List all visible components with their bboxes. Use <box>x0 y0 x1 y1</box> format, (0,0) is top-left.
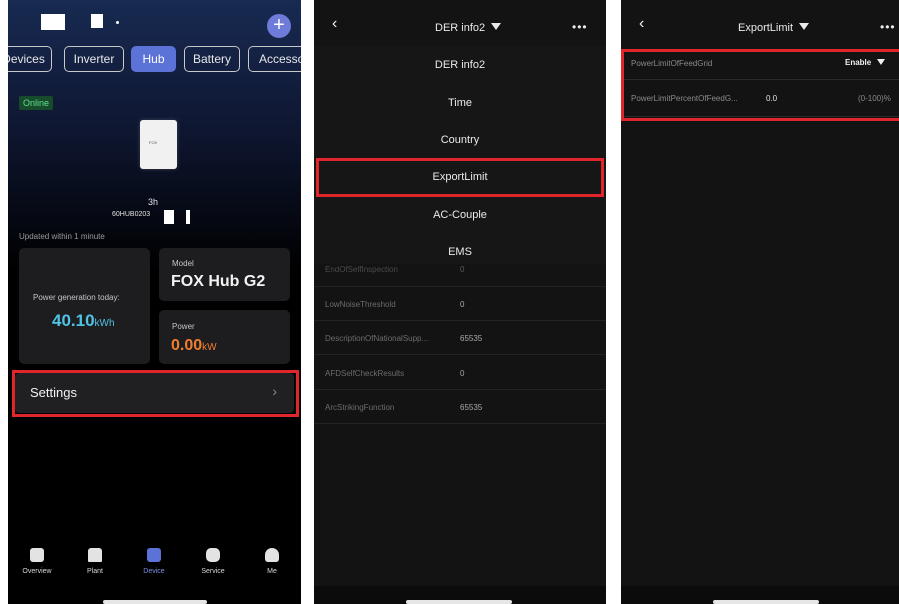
nav-service-label: Service <box>201 568 225 575</box>
person-icon <box>265 548 279 562</box>
list-value: 65535 <box>460 403 483 412</box>
list-key: EndOfSelfInspection <box>325 265 398 274</box>
device-tabs: Devices Inverter Hub Battery Accesso <box>8 46 301 72</box>
status-dot <box>116 21 119 24</box>
menu-item-time[interactable]: Time <box>314 97 606 109</box>
highlight-exportlimit <box>316 158 604 197</box>
tab-battery[interactable]: Battery <box>184 46 240 72</box>
list-value: 65535 <box>460 334 483 343</box>
model-card: Model FOX Hub G2 <box>159 248 290 301</box>
home-indicator <box>713 600 819 604</box>
device-image: FOX <box>140 120 177 169</box>
power-value: 0.00kW <box>171 337 217 354</box>
nav-plant[interactable]: Plant <box>70 548 120 575</box>
redacted-serial-2 <box>186 210 190 224</box>
tab-accessories[interactable]: Accesso <box>248 46 301 72</box>
add-device-button[interactable]: + <box>267 14 291 38</box>
nav-device-label: Device <box>143 568 165 575</box>
highlight-settings <box>12 370 299 417</box>
more-icon[interactable]: ••• <box>572 20 588 34</box>
nav-plant-label: Plant <box>87 568 103 575</box>
last-seen-time: 3h <box>148 197 159 207</box>
list-value: 0 <box>460 300 465 309</box>
chevron-down-icon <box>491 23 502 30</box>
redacted-user-name <box>41 14 65 30</box>
list-item: LowNoiseThreshold 0 <box>314 287 606 321</box>
page-title[interactable]: ExportLimit <box>738 22 810 34</box>
list-item: EndOfSelfInspection 0 <box>314 252 606 287</box>
power-generation-value: 40.10kWh <box>52 311 115 330</box>
list-key: LowNoiseThreshold <box>325 300 396 309</box>
bottom-navigation: Overview Plant Device Service Me <box>8 548 301 593</box>
list-value: 0 <box>460 265 465 274</box>
more-icon[interactable]: ••• <box>880 20 896 34</box>
tab-devices[interactable]: Devices <box>8 46 52 72</box>
dropdown-menu: DER info2 Time Country ExportLimit AC-Co… <box>314 46 606 264</box>
model-label: Model <box>172 259 194 268</box>
list-item: DescriptionOfNationalSupp... 65535 <box>314 321 606 355</box>
power-card: Power 0.00kW <box>159 310 290 364</box>
device-serial: 60HUB0203 <box>112 211 151 218</box>
chart-icon <box>30 548 44 562</box>
device-logo: FOX <box>149 140 158 145</box>
nav-service[interactable]: Service <box>188 548 238 575</box>
redacted-serial-1 <box>164 210 174 224</box>
house-icon <box>88 548 102 562</box>
redacted-user-name-2 <box>91 14 103 28</box>
home-indicator <box>103 600 207 604</box>
list-value: 0 <box>460 369 465 378</box>
device-icon <box>147 548 161 562</box>
menu-item-country[interactable]: Country <box>314 134 606 146</box>
exportlimit-panel: ‹ ExportLimit ••• PowerLimitOfFeedGrid E… <box>621 0 899 604</box>
model-value: FOX Hub G2 <box>171 273 266 290</box>
list-key: AFDSelfCheckResults <box>325 369 405 378</box>
tab-inverter[interactable]: Inverter <box>64 46 124 72</box>
header: ‹ DER info2 ••• <box>314 0 606 46</box>
nav-overview-label: Overview <box>22 568 52 575</box>
list-item: AFDSelfCheckResults 0 <box>314 356 606 390</box>
update-status: Updated within 1 minute <box>19 232 105 241</box>
device-panel: + Devices Inverter Hub Battery Accesso O… <box>8 0 301 604</box>
nav-overview[interactable]: Overview <box>12 548 62 575</box>
nav-device[interactable]: Device <box>129 548 179 575</box>
status-badge: Online <box>19 96 54 110</box>
power-generation-card: Power generation today: 40.10kWh <box>19 248 150 364</box>
menu-item-der-info2[interactable]: DER info2 <box>314 59 606 71</box>
der-info-panel: ‹ DER info2 ••• DER info2 Time Country E… <box>314 0 606 604</box>
menu-item-ac-couple[interactable]: AC-Couple <box>314 209 606 221</box>
nav-me-label: Me <box>267 568 277 575</box>
list-key: DescriptionOfNationalSupp... <box>325 334 429 343</box>
chevron-down-icon <box>799 23 810 30</box>
back-icon[interactable]: ‹ <box>332 15 337 33</box>
highlight-settings-rows <box>621 49 899 121</box>
tab-hub[interactable]: Hub <box>131 46 176 72</box>
page-title[interactable]: DER info2 <box>435 22 502 34</box>
power-generation-label: Power generation today: <box>33 293 120 302</box>
back-icon[interactable]: ‹ <box>639 15 644 33</box>
grid-icon <box>206 548 220 562</box>
list-item: ArcStrikingFunction 65535 <box>314 390 606 424</box>
list-key: ArcStrikingFunction <box>325 403 395 412</box>
nav-me[interactable]: Me <box>247 548 297 575</box>
header: ‹ ExportLimit ••• <box>621 0 899 46</box>
power-label: Power <box>172 322 195 331</box>
home-indicator <box>406 600 512 604</box>
